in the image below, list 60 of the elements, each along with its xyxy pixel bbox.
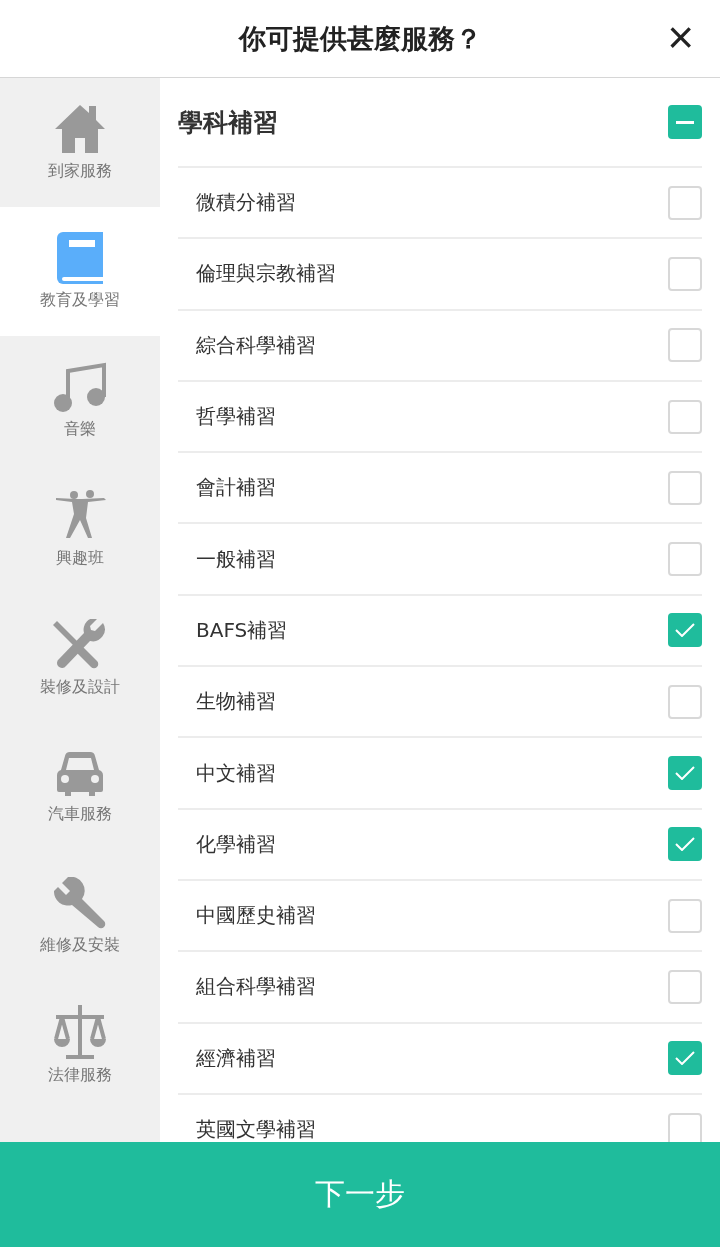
subject-label: 會計補習 [196, 474, 276, 502]
subject-label: 組合科學補習 [196, 973, 316, 1001]
checkbox[interactable] [668, 470, 702, 505]
checkbox[interactable] [668, 542, 702, 577]
subject-label: 生物補習 [196, 688, 276, 716]
dialog-title: 你可提供甚麼服務？ [238, 21, 482, 56]
checkbox[interactable] [668, 328, 702, 363]
subject-label: 微積分補習 [196, 189, 296, 217]
tools-icon [53, 619, 107, 671]
close-button[interactable]: × [667, 14, 694, 60]
category-tab[interactable]: 維修及安裝 [0, 852, 160, 981]
category-label: 音樂 [64, 419, 96, 440]
subject-label: 哲學補習 [196, 403, 276, 431]
category-tab[interactable]: 裝修及設計 [0, 594, 160, 723]
checkbox[interactable] [668, 1041, 702, 1076]
subject-label: 中文補習 [196, 759, 276, 787]
checkbox[interactable] [668, 898, 702, 933]
next-button[interactable]: 下一步 [0, 1142, 720, 1247]
section-title: 學科補習 [178, 106, 278, 139]
book-icon [57, 232, 103, 284]
subject-label: 英國文學補習 [196, 1116, 316, 1142]
category-tab[interactable]: 教育及學習 [0, 207, 160, 336]
checkbox[interactable] [668, 105, 702, 139]
category-tab[interactable]: 汽車服務 [0, 723, 160, 852]
category-tab[interactable]: 興趣班 [0, 465, 160, 594]
checkbox[interactable] [668, 399, 702, 434]
subject-label: 一般補習 [196, 545, 276, 573]
checkbox[interactable] [668, 684, 702, 719]
category-label: 汽車服務 [48, 804, 112, 825]
category-label: 到家服務 [48, 161, 112, 182]
wrench-icon [54, 877, 106, 929]
checkbox[interactable] [668, 613, 702, 648]
check-icon [675, 766, 695, 780]
check-icon [675, 623, 695, 638]
subject-label: 綜合科學補習 [196, 331, 316, 359]
category-label: 教育及學習 [40, 290, 120, 311]
category-tab[interactable]: 法律服務 [0, 981, 160, 1110]
checkbox[interactable] [668, 256, 702, 291]
subject-label: BAFS補習 [196, 616, 288, 644]
checkbox[interactable] [668, 827, 702, 862]
checkbox[interactable] [668, 1112, 702, 1142]
minus-icon [676, 120, 694, 124]
subject-label: 倫理與宗教補習 [196, 260, 336, 288]
category-label: 興趣班 [56, 548, 104, 569]
scale-icon [54, 1005, 106, 1059]
house-icon [54, 103, 106, 155]
check-icon [675, 837, 695, 852]
subject-label: 經濟補習 [196, 1044, 276, 1072]
category-tab[interactable]: 到家服務 [0, 78, 160, 207]
category-label: 法律服務 [48, 1065, 112, 1086]
category-tab[interactable]: 音樂 [0, 336, 160, 465]
category-label: 裝修及設計 [40, 677, 120, 698]
checkbox[interactable] [668, 969, 702, 1004]
checkbox[interactable] [668, 756, 702, 790]
checkbox[interactable] [668, 185, 702, 220]
music-note-icon [54, 361, 106, 413]
check-icon [675, 1051, 695, 1066]
subject-label: 中國歷史補習 [196, 902, 316, 930]
subject-label: 化學補習 [196, 830, 276, 858]
category-label: 維修及安裝 [40, 935, 120, 956]
